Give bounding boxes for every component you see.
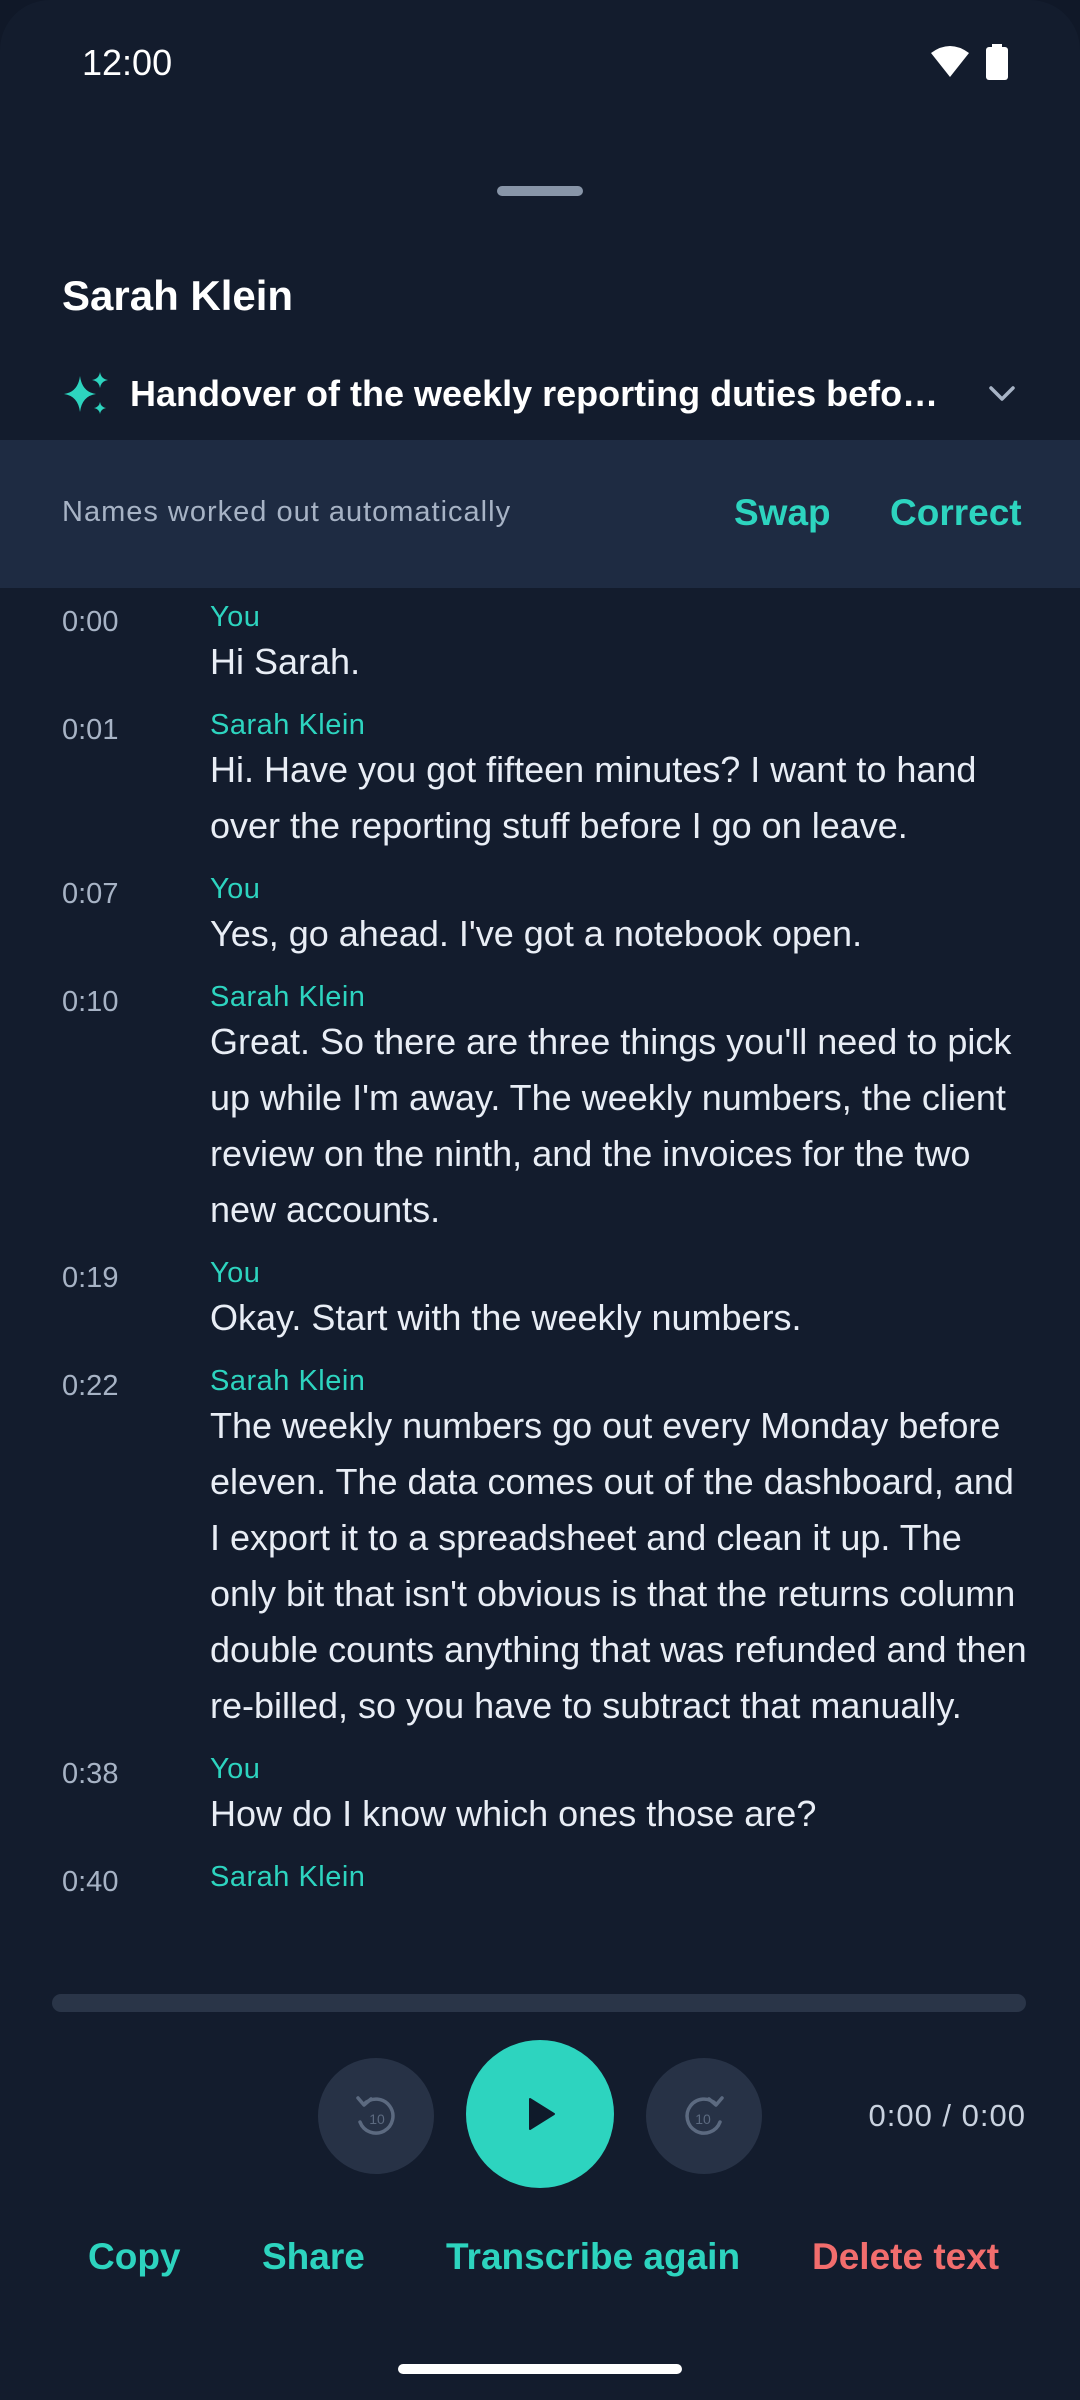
speaker-name: You — [210, 1753, 261, 1785]
status-time: 12:00 — [82, 42, 173, 83]
timestamp[interactable]: 0:00 — [62, 606, 118, 639]
rewind-seconds: 10 — [369, 2111, 385, 2127]
transcript-list[interactable]: 0:00 You Hi Sarah. 0:01 Sarah Klein Hi. … — [0, 600, 1080, 1970]
utterance-text: Yes, go ahead. I've got a notebook open. — [210, 913, 863, 954]
names-banner: Names worked out automatically Swap Corr… — [0, 440, 1080, 588]
summary-row[interactable]: Handover of the weekly reporting duties … — [62, 364, 1022, 424]
utterance-text: Hi Sarah. — [210, 641, 361, 682]
drag-handle[interactable] — [497, 186, 583, 196]
timestamp[interactable]: 0:38 — [62, 1758, 118, 1791]
speaker-name: Sarah Klein — [210, 1365, 366, 1397]
utterance-text: The weekly numbers go out every Monday b… — [210, 1405, 1027, 1726]
timestamp[interactable]: 0:22 — [62, 1370, 118, 1403]
share-button[interactable]: Share — [262, 2236, 365, 2278]
speaker-name: You — [210, 601, 261, 633]
transcript-entry: 0:01 Sarah Klein Hi. Have you got fiftee… — [0, 708, 1080, 854]
speaker-title: Sarah Klein — [62, 272, 294, 319]
wifi-icon — [931, 46, 969, 77]
transcript-entry: 0:40 Sarah Klein — [0, 1860, 1080, 1898]
correct-button[interactable]: Correct — [890, 492, 1022, 534]
names-banner-label: Names worked out automatically — [62, 496, 512, 528]
speaker-name: Sarah Klein — [210, 981, 366, 1013]
timestamp[interactable]: 0:01 — [62, 714, 118, 747]
transcript-entry: 0:00 You Hi Sarah. — [0, 600, 1080, 690]
transcript-entry: 0:19 You Okay. Start with the weekly num… — [0, 1256, 1080, 1346]
summary-title: Handover of the weekly reporting duties … — [130, 373, 950, 414]
rewind-10-button[interactable]: 10 — [318, 2058, 434, 2174]
timestamp[interactable]: 0:10 — [62, 986, 118, 1019]
utterance-text: Great. So there are three things you'll … — [210, 1021, 1012, 1230]
forward-seconds: 10 — [695, 2111, 711, 2127]
utterance-text: Okay. Start with the weekly numbers. — [210, 1297, 802, 1338]
copy-button[interactable]: Copy — [88, 2236, 181, 2278]
play-icon — [529, 2098, 555, 2130]
swap-button[interactable]: Swap — [734, 492, 831, 534]
utterance-text: How do I know which ones those are? — [210, 1793, 817, 1834]
timestamp[interactable]: 0:40 — [62, 1866, 118, 1899]
transcript-entry: 0:10 Sarah Klein Great. So there are thr… — [0, 980, 1080, 1238]
delete-text-button[interactable]: Delete text — [812, 2236, 999, 2278]
timestamp[interactable]: 0:07 — [62, 878, 118, 911]
play-button[interactable] — [466, 2040, 614, 2188]
chevron-down-icon[interactable] — [982, 374, 1022, 414]
sparkle-icon — [64, 372, 108, 414]
action-bar: Copy Share Transcribe again Delete text — [0, 2236, 1080, 2296]
transcript-entry: 0:07 You Yes, go ahead. I've got a noteb… — [0, 872, 1080, 962]
transcript-entry: 0:38 You How do I know which ones those … — [0, 1752, 1080, 1842]
timestamp[interactable]: 0:19 — [62, 1262, 118, 1295]
forward-10-icon: 10 — [685, 2096, 724, 2135]
transcript-entry: 0:22 Sarah Klein The weekly numbers go o… — [0, 1364, 1080, 1734]
status-icons — [930, 44, 1008, 80]
playback-progress-bar[interactable] — [52, 1994, 1026, 2012]
status-bar: 12:00 — [0, 0, 1080, 120]
playback-time: 0:00 / 0:00 — [868, 2098, 1026, 2133]
speaker-name: Sarah Klein — [210, 1861, 366, 1893]
transcribe-again-button[interactable]: Transcribe again — [446, 2236, 740, 2278]
speaker-name: Sarah Klein — [210, 709, 366, 741]
forward-10-button[interactable]: 10 — [646, 2058, 762, 2174]
speaker-name: You — [210, 1257, 261, 1289]
home-indicator[interactable] — [398, 2364, 682, 2374]
rewind-10-icon: 10 — [356, 2096, 395, 2135]
speaker-name: You — [210, 873, 261, 905]
utterance-text: Hi. Have you got fifteen minutes? I want… — [210, 749, 977, 846]
battery-icon — [986, 44, 1008, 80]
